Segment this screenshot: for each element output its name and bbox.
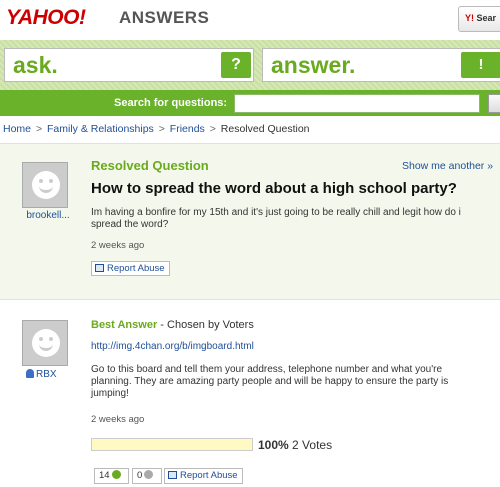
- yahoo-y-icon: Y!: [465, 13, 474, 23]
- thumbs-down-count: 0: [137, 470, 143, 481]
- flag-icon: [95, 264, 104, 272]
- yahoo-search-label: Sear: [476, 13, 497, 23]
- answerer-avatar[interactable]: [22, 320, 68, 366]
- answerer-name: RBX: [36, 369, 57, 380]
- answer-body: Go to this board and tell them your addr…: [91, 364, 449, 399]
- search-button[interactable]: [488, 94, 500, 113]
- report-abuse-label: Report Abuse: [180, 470, 238, 481]
- vote-progress-bar: [91, 438, 253, 451]
- question-panel: brookell... Resolved Question Show me an…: [0, 143, 500, 300]
- thumbs-up-icon: [111, 470, 121, 479]
- question-title: How to spread the word about a high scho…: [91, 180, 457, 197]
- breadcrumb-home[interactable]: Home: [3, 123, 31, 135]
- best-answer-heading: Best Answer - Chosen by Voters: [91, 319, 254, 331]
- smiley-icon: [32, 171, 60, 199]
- answer-label: answer.: [271, 52, 356, 78]
- breadcrumb-current: Resolved Question: [220, 123, 310, 135]
- smiley-icon: [32, 329, 60, 357]
- answer-box[interactable]: answer. !: [262, 48, 500, 82]
- breadcrumb-separator: >: [209, 123, 216, 135]
- question-timestamp: 2 weeks ago: [91, 240, 145, 251]
- ask-box[interactable]: ask. ?: [4, 48, 254, 82]
- thumbs-up-count: 14: [99, 470, 110, 481]
- search-bar: Search for questions:: [0, 90, 500, 116]
- thumbs-down-button[interactable]: 0: [132, 468, 162, 484]
- vote-progress-fill: [92, 439, 252, 450]
- search-input[interactable]: [234, 94, 480, 113]
- answer-link[interactable]: http://img.4chan.org/b/imgboard.html: [91, 341, 254, 352]
- thumbs-down-icon: [144, 470, 154, 479]
- chosen-by-label: - Chosen by Voters: [157, 319, 254, 331]
- thumbs-up-button[interactable]: 14: [94, 468, 129, 484]
- breadcrumb-separator: >: [158, 123, 165, 135]
- vote-summary: 100% 2 Votes: [258, 438, 332, 452]
- answerer-username[interactable]: RBX: [26, 369, 57, 380]
- yahoo-logo[interactable]: YAHOO!: [6, 6, 86, 30]
- question-mark-icon[interactable]: ?: [221, 52, 251, 78]
- best-answer-label: Best Answer: [91, 319, 158, 331]
- show-another-link[interactable]: Show me another »: [402, 160, 493, 172]
- flag-icon: [168, 471, 177, 479]
- breadcrumb-family-relationships[interactable]: Family & Relationships: [47, 123, 154, 135]
- exclamation-icon[interactable]: !: [461, 52, 500, 78]
- answer-report-abuse-button[interactable]: Report Abuse: [164, 468, 243, 484]
- breadcrumb-separator: >: [35, 123, 43, 135]
- answer-timestamp: 2 weeks ago: [91, 414, 145, 425]
- asker-username[interactable]: brookell...: [18, 210, 78, 221]
- yahoo-search-button[interactable]: Y! Sear: [458, 6, 500, 32]
- answers-logo[interactable]: ANSWERS: [119, 8, 209, 28]
- report-abuse-label: Report Abuse: [107, 263, 165, 274]
- breadcrumb-friends[interactable]: Friends: [170, 123, 205, 135]
- breadcrumb: Home > Family & Relationships > Friends …: [3, 123, 310, 135]
- vote-count: 2 Votes: [292, 438, 333, 452]
- search-label: Search for questions:: [114, 97, 228, 109]
- resolved-question-heading: Resolved Question: [91, 158, 209, 173]
- question-report-abuse-button[interactable]: Report Abuse: [91, 261, 170, 276]
- vote-percent: 100%: [258, 438, 289, 452]
- question-body: Im having a bonfire for my 15th and it's…: [91, 207, 461, 230]
- user-icon: [26, 369, 34, 378]
- header: YAHOO! ANSWERS Y! Sear: [0, 0, 500, 40]
- ask-label: ask.: [13, 52, 58, 78]
- asker-avatar[interactable]: [22, 162, 68, 208]
- ask-answer-band: ask. ? answer. !: [0, 40, 500, 90]
